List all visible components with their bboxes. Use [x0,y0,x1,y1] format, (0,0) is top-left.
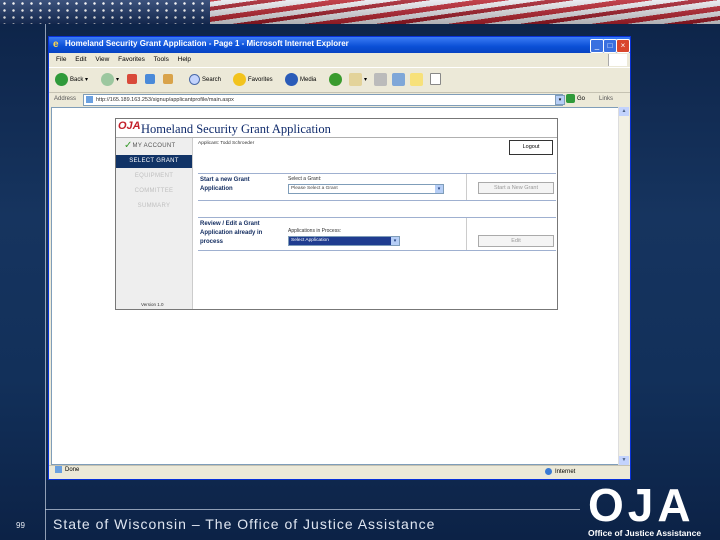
search-button[interactable]: Search [189,73,221,87]
address-input[interactable]: http://165.189.163.253/signup/applicantp… [83,94,563,106]
zone-indicator: Internet [539,468,575,475]
menu-bar: File Edit View Favorites Tools Help [49,54,630,66]
media-icon [285,73,298,86]
maximize-button[interactable]: □ [603,39,617,53]
slide-footer: State of Wisconsin – The Office of Justi… [53,516,436,532]
version-label: Version 1.0 [141,302,164,307]
browser-toolbar: Back ▾ ▾ Search Favorites Media ▾ [49,67,630,93]
print-icon [374,73,387,86]
menu-view[interactable]: View [95,56,109,63]
close-button[interactable]: × [616,39,630,53]
app-sidebar: ✓ MY ACCOUNT SELECT GRANT EQUIPMENT COMM… [116,138,193,309]
refresh-icon [145,74,155,85]
favorites-button[interactable]: Favorites [233,73,273,87]
sidebar-item-committee: COMMITTEE [134,188,174,194]
sidebar-item-select-grant[interactable]: SELECT GRANT [116,155,192,168]
edit-icon [392,73,405,86]
flag-banner [0,0,720,24]
oja-logo-subtext: Office of Justice Assistance [588,528,702,538]
forward-arrow-icon [101,73,114,86]
stop-icon [127,74,137,85]
applicant-name: Applicant: Todd Schroeder [198,141,255,146]
chevron-down-icon: ▾ [391,237,399,245]
history-icon [329,73,342,86]
scroll-down-icon[interactable]: ▼ [619,456,629,465]
home-button[interactable] [163,73,175,87]
app-logo: OJA [118,120,141,132]
menu-file[interactable]: File [56,56,66,63]
go-button[interactable]: Go [566,94,585,103]
forward-button[interactable]: ▾ [101,73,119,87]
sidebar-item-my-account[interactable]: ✓ MY ACCOUNT [116,140,192,153]
search-icon [189,73,200,85]
grant-select-label: Select a Grant: [288,176,322,182]
edit-button[interactable]: Edit [478,235,554,247]
grant-select[interactable]: Please Select a Grant ▾ [288,184,444,194]
browser-titlebar: e Homeland Security Grant Application - … [49,37,630,53]
sidebar-item-summary: SUMMARY [137,203,171,209]
checkmark-icon: ✓ [124,140,133,151]
vertical-scrollbar[interactable]: ▲ ▼ [618,107,629,465]
menu-help[interactable]: Help [178,56,191,63]
links-button[interactable]: Links [599,96,613,102]
logout-button[interactable]: Logout [509,140,553,155]
go-arrow-icon [566,94,575,103]
page-done-icon [55,466,62,473]
new-grant-panel: Start a new Grant Application Select a G… [198,173,556,201]
media-button[interactable]: Media [285,73,316,87]
app-title: Homeland Security Grant Application [141,122,331,136]
address-dropdown[interactable]: ▾ [555,95,565,105]
refresh-button[interactable] [145,73,157,87]
browser-title: Homeland Security Grant Application - Pa… [65,39,349,48]
sidebar-item-equipment: EQUIPMENT [134,173,174,179]
scroll-up-icon[interactable]: ▲ [619,107,629,116]
app-header: OJA Homeland Security Grant Application [116,119,557,138]
address-label: Address [54,96,77,102]
home-icon [163,74,173,85]
page-viewport: OJA Homeland Security Grant Application … [51,107,619,465]
back-button[interactable]: Back ▾ [55,73,88,87]
panel-divider [466,218,467,250]
mail-button[interactable]: ▾ [349,73,367,87]
back-arrow-icon [55,73,68,86]
print-button[interactable] [374,73,389,87]
messenger-button[interactable] [430,73,443,87]
edit-button[interactable] [392,73,407,87]
status-bar: Done Internet [49,465,630,479]
new-grant-label: Start a new Grant Application [200,177,250,192]
discuss-icon [410,73,423,86]
applications-select[interactable]: Select Application ▾ [288,236,400,246]
page-icon [86,96,93,103]
globe-icon [545,468,552,475]
chevron-down-icon: ▾ [435,185,443,193]
windows-logo-icon [608,54,627,66]
address-bar: Address http://165.189.163.253/signup/ap… [49,93,630,106]
existing-grant-label: Review / Edit a Grant Application alread… [200,221,263,245]
oja-logo: OJA Office of Justice Assistance [585,479,715,540]
status-text: Done [65,467,80,474]
slide-divider-horizontal [45,509,580,510]
slide-divider-vertical [45,24,46,540]
history-button[interactable] [329,73,344,87]
menu-favorites[interactable]: Favorites [118,56,145,63]
oja-logo-text: OJA [588,479,695,531]
start-new-grant-button[interactable]: Start a New Grant [478,182,554,194]
mail-icon [349,73,362,86]
panel-divider [466,174,467,200]
ie-icon: e [53,39,59,50]
existing-grant-panel: Review / Edit a Grant Application alread… [198,217,556,251]
menu-edit[interactable]: Edit [75,56,86,63]
slide-number: 99 [16,521,25,530]
browser-window: e Homeland Security Grant Application - … [48,36,631,480]
star-icon [233,73,246,86]
minimize-button[interactable]: _ [590,39,604,53]
discuss-button[interactable] [410,73,425,87]
applications-select-label: Applications in Process: [288,228,342,234]
messenger-icon [430,73,441,86]
menu-tools[interactable]: Tools [154,56,169,63]
stop-button[interactable] [127,73,139,87]
grant-app: OJA Homeland Security Grant Application … [115,118,558,310]
